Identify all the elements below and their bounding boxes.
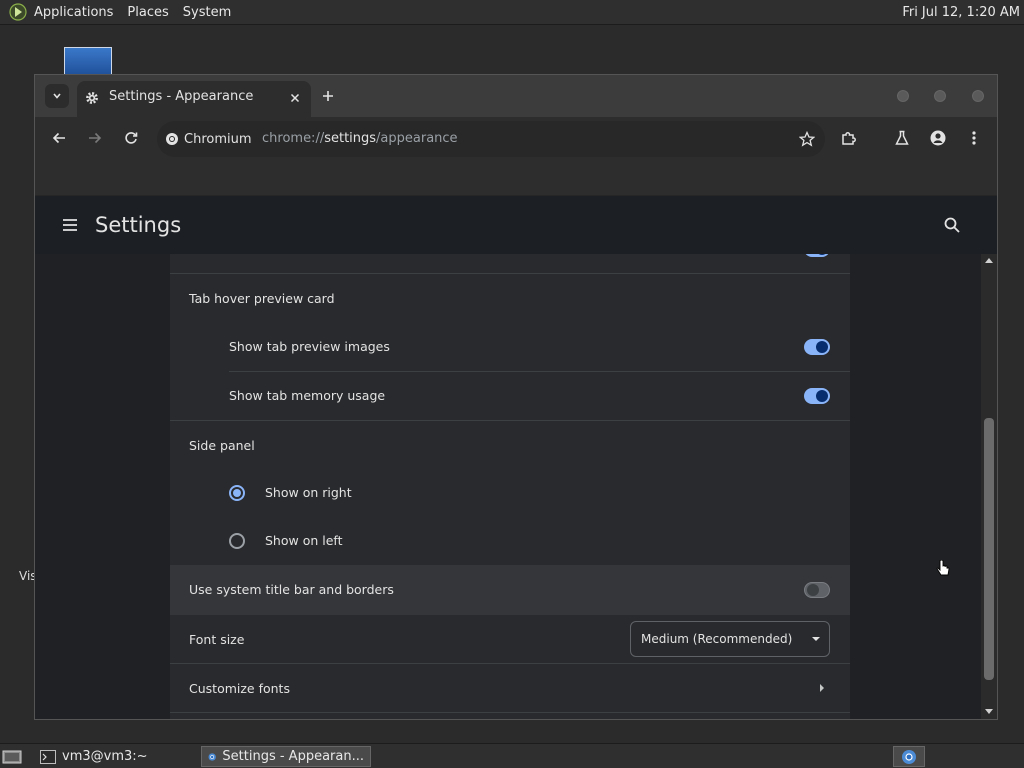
tab-close-button[interactable] [287,90,303,106]
flask-icon [895,130,909,145]
hand-cursor-icon [936,560,950,576]
show-on-left-label: Show on left [265,533,343,548]
side-panel-heading: Side panel [170,420,850,469]
settings-content: Tab hover preview card Show tab preview … [35,254,981,719]
taskbar-terminal-label: vm3@vm3:~ [62,749,148,764]
tab-hover-preview-heading: Tab hover preview card [170,273,850,322]
avatar-icon [930,130,946,146]
show-tab-memory-usage-row[interactable]: Show tab memory usage [170,371,850,420]
star-icon [799,131,815,147]
search-icon[interactable] [943,216,961,234]
browser-window: Settings - Appearance Chromium chrome://… [34,74,998,720]
hamburger-menu-icon[interactable] [61,216,79,234]
close-window-button[interactable] [970,88,986,104]
reload-icon [125,132,138,144]
chevron-right-icon [820,684,824,692]
bottom-panel: vm3@vm3:~ Settings - Appearan... [0,743,1024,768]
taskbar-chromium[interactable]: Settings - Appearan... [201,746,371,767]
dropdown-caret-icon [812,637,820,641]
font-size-value: Medium (Recommended) [641,632,793,646]
next-row [170,712,850,719]
panel-clock[interactable]: Fri Jul 12, 1:20 AM [902,0,1020,25]
show-on-left-radio[interactable] [229,533,245,549]
forward-button[interactable] [83,126,107,150]
bookmark-star-button[interactable] [797,129,817,149]
reload-button[interactable] [119,126,143,150]
toolbar: Chromium chrome://settings/appearance [35,117,997,159]
show-on-right-radio[interactable] [229,485,245,501]
scrollbar-thumb[interactable] [984,418,994,680]
back-button[interactable] [47,126,71,150]
arrow-left-icon [52,132,65,144]
show-tab-memory-usage-toggle[interactable] [804,388,830,404]
more-vert-icon [972,131,976,145]
tab-strip: Settings - Appearance [35,75,997,117]
system-title-bar-toggle[interactable] [804,582,830,598]
profile-button[interactable] [926,126,950,150]
settings-header: Settings [35,196,997,254]
page-title: Settings [95,213,182,237]
new-tab-button[interactable] [317,85,339,107]
chromium-icon [208,752,216,761]
menu-system[interactable]: System [176,0,238,25]
font-size-select[interactable]: Medium (Recommended) [630,621,830,657]
gear-icon [86,92,98,104]
show-on-right-label: Show on right [265,485,352,500]
labs-button[interactable] [890,126,914,150]
customize-fonts-label: Customize fonts [189,681,290,696]
font-size-label: Font size [189,632,245,647]
menu-applications[interactable]: Applications [27,0,120,25]
taskbar-terminal[interactable]: vm3@vm3:~ [34,746,154,767]
scrolled-row-toggle[interactable] [804,254,830,257]
tab-title: Settings - Appearance [109,89,254,104]
desktop-monitor-icon[interactable] [64,47,112,77]
show-desktop-button[interactable] [0,746,24,767]
tab-hover-preview-label: Tab hover preview card [189,291,335,306]
customize-fonts-row[interactable]: Customize fonts [170,663,850,712]
tab-search-button[interactable] [45,84,69,108]
applications-menu-icon[interactable] [9,3,27,21]
workspace-switcher[interactable] [893,746,925,767]
system-title-bar-label: Use system title bar and borders [189,582,394,597]
menu-places[interactable]: Places [120,0,175,25]
puzzle-icon [842,132,856,145]
tab-settings-appearance[interactable]: Settings - Appearance [77,81,311,117]
show-tab-preview-images-toggle[interactable] [804,339,830,355]
extensions-button[interactable] [837,126,861,150]
chromium-icon [166,133,178,145]
page-scrollbar[interactable] [981,254,997,719]
scroll-up-arrow[interactable] [985,258,993,263]
close-icon [290,93,300,103]
scrolled-row [170,254,850,273]
show-tab-preview-images-label: Show tab preview images [229,339,390,354]
site-info-chip[interactable]: Chromium [165,127,252,151]
show-tab-preview-images-row[interactable]: Show tab preview images [170,322,850,371]
system-title-bar-row[interactable]: Use system title bar and borders [170,565,850,615]
font-size-row: Font size Medium (Recommended) [170,615,850,664]
show-tab-memory-usage-label: Show tab memory usage [229,388,386,403]
maximize-button[interactable] [932,88,948,104]
show-on-right-row[interactable]: Show on right [170,468,850,517]
address-bar[interactable]: Chromium chrome://settings/appearance [157,121,825,157]
scroll-down-arrow[interactable] [985,709,993,714]
site-chip-label: Chromium [184,131,252,147]
arrow-right-icon [89,132,102,144]
url-text[interactable]: chrome://settings/appearance [262,121,458,157]
taskbar-chromium-label: Settings - Appearan... [222,749,364,764]
minimize-button[interactable] [895,88,911,104]
desktop-icon [2,750,22,763]
chromium-icon [902,749,916,764]
appearance-card: Tab hover preview card Show tab preview … [170,254,850,719]
menu-button[interactable] [962,126,986,150]
side-panel-label: Side panel [189,438,255,453]
terminal-icon [40,749,56,764]
chevron-down-icon [53,93,61,99]
show-on-left-row[interactable]: Show on left [170,516,850,565]
plus-icon [323,91,333,101]
bookmarks-bar [35,159,997,196]
top-panel: Applications Places System Fri Jul 12, 1… [0,0,1024,25]
